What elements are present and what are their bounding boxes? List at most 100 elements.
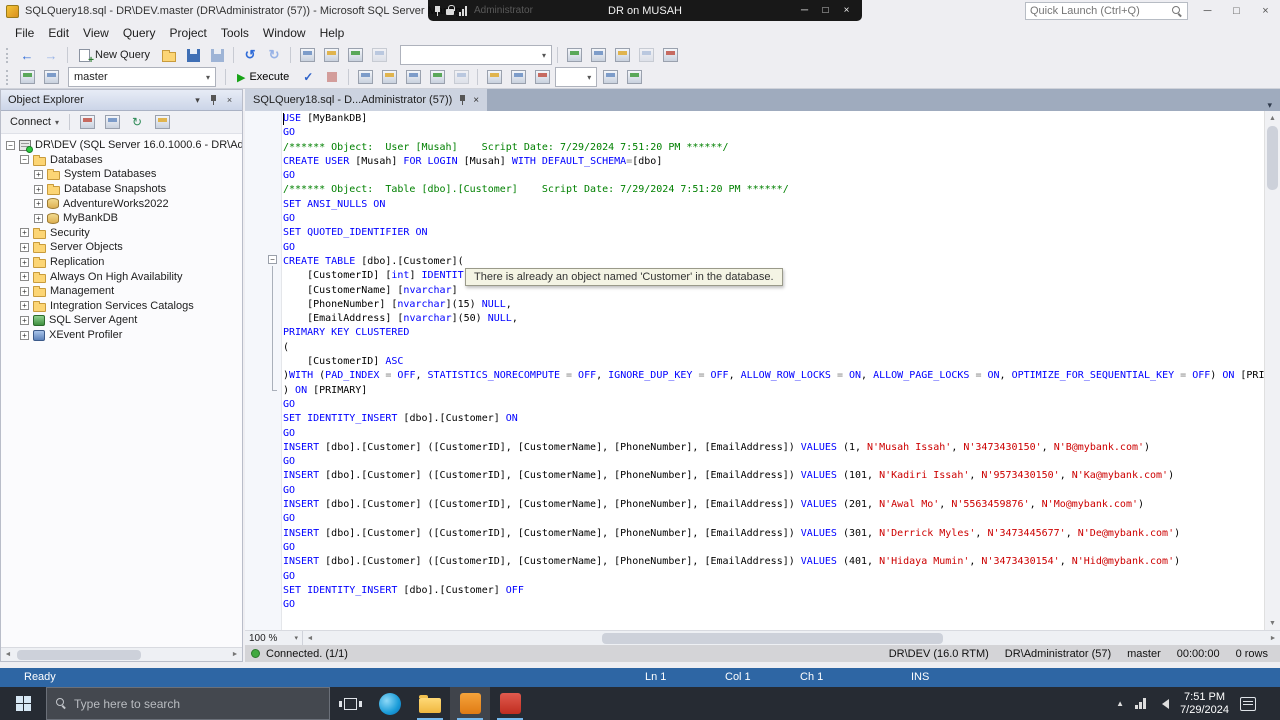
expand-icon[interactable]: + (20, 315, 29, 325)
expand-icon[interactable]: + (20, 330, 29, 340)
toolbar-small-combo[interactable]: ▾ (555, 67, 598, 87)
tree-item-management[interactable]: + Management (1, 284, 242, 299)
new-query-button[interactable]: New Query (73, 47, 156, 66)
taskbar-app-red[interactable] (490, 687, 530, 720)
expand-icon[interactable]: + (20, 272, 29, 282)
network-icon[interactable] (1135, 698, 1147, 709)
execute-button[interactable]: ▶ Execute (231, 69, 295, 86)
tab-sqlquery18[interactable]: SQLQuery18.sql - D...Administrator (57))… (245, 89, 488, 111)
scroll-left-icon[interactable]: ◄ (1, 648, 15, 662)
expand-icon[interactable]: + (20, 242, 29, 252)
redo-icon[interactable]: ↻ (263, 45, 285, 65)
menu-query[interactable]: Query (116, 23, 163, 43)
generic-toolbar-icon[interactable] (531, 67, 553, 87)
task-view-button[interactable] (330, 687, 370, 720)
scrollbar-thumb[interactable] (1267, 126, 1278, 190)
parse-query-icon[interactable]: ✓ (297, 67, 319, 87)
change-connection-icon[interactable] (40, 67, 62, 87)
generic-toolbar-icon[interactable] (563, 45, 585, 65)
tree-item-databases[interactable]: − Databases (1, 153, 242, 168)
expand-icon[interactable]: + (34, 199, 43, 209)
chevron-down-icon[interactable]: ▾ (190, 95, 205, 106)
editor-vscrollbar[interactable]: ▲ ▼ (1264, 111, 1280, 630)
scroll-up-icon[interactable]: ▲ (1266, 111, 1280, 125)
generic-toolbar-icon[interactable] (507, 67, 529, 87)
tree-item-system-databases[interactable]: + System Databases (1, 167, 242, 182)
expand-icon[interactable]: + (34, 184, 43, 194)
generic-toolbar-icon[interactable] (611, 45, 633, 65)
open-file-icon[interactable] (158, 45, 180, 65)
expand-icon[interactable]: + (20, 286, 29, 296)
menu-window[interactable]: Window (256, 23, 313, 43)
menu-view[interactable]: View (76, 23, 116, 43)
hscroll-right-icon[interactable]: ► (1266, 631, 1280, 645)
tree-item-security[interactable]: + Security (1, 226, 242, 241)
refresh-icon[interactable]: ↻ (126, 112, 148, 132)
tab-list-chevron-icon[interactable]: ▾ (1259, 100, 1280, 111)
expand-icon[interactable]: + (20, 301, 29, 311)
scrollbar-thumb[interactable] (601, 633, 944, 644)
menu-project[interactable]: Project (163, 23, 214, 43)
tree-item-mybankdb[interactable]: + MyBankDB (1, 211, 242, 226)
tree-item-integration-services-catalogs[interactable]: + Integration Services Catalogs (1, 299, 242, 314)
tree-item-dr-dev-sql-server-16-0-1000-6-dr-adminis[interactable]: − DR\DEV (SQL Server 16.0.1000.6 - DR\Adm… (1, 138, 242, 153)
minimize-button[interactable]: ─ (1193, 0, 1222, 22)
collapse-region-icon[interactable]: − (268, 255, 277, 264)
tree-item-replication[interactable]: + Replication (1, 255, 242, 270)
taskbar-search-input[interactable] (74, 696, 320, 711)
menu-help[interactable]: Help (313, 23, 352, 43)
scrollbar-thumb[interactable] (17, 650, 141, 660)
hscroll-left-icon[interactable]: ◄ (303, 631, 317, 645)
tree-item-xevent-profiler[interactable]: + XEvent Profiler (1, 328, 242, 343)
filter-icon[interactable] (151, 112, 173, 132)
connect-database-icon[interactable] (16, 67, 38, 87)
action-center-icon[interactable] (1240, 696, 1256, 711)
taskbar-search[interactable] (46, 687, 330, 720)
generic-toolbar-icon[interactable] (635, 45, 657, 65)
pin-icon[interactable] (209, 94, 218, 106)
collapse-icon[interactable]: − (6, 140, 15, 150)
expand-icon[interactable]: + (34, 169, 43, 179)
taskbar-app-file-explorer[interactable] (410, 687, 450, 720)
generic-toolbar-icon[interactable] (587, 45, 609, 65)
close-icon[interactable]: × (222, 95, 237, 105)
database-dropdown[interactable]: master ▾ (68, 67, 216, 87)
generic-toolbar-icon[interactable] (623, 67, 645, 87)
quick-launch[interactable] (1025, 2, 1188, 20)
quick-launch-input[interactable] (1030, 5, 1172, 17)
save-all-icon[interactable] (206, 45, 228, 65)
rdp-restore-button[interactable]: □ (815, 5, 836, 16)
rdp-close-button[interactable]: × (836, 5, 857, 16)
close-tab-icon[interactable]: × (473, 95, 479, 106)
generic-toolbar-icon[interactable] (320, 45, 342, 65)
tree-item-sql-server-agent[interactable]: + SQL Server Agent (1, 313, 242, 328)
save-icon[interactable] (182, 45, 204, 65)
nav-forward-icon[interactable]: → (40, 45, 62, 65)
close-button[interactable]: × (1251, 0, 1280, 22)
taskbar-clock[interactable]: 7:51 PM 7/29/2024 (1180, 691, 1229, 717)
generic-toolbar-icon[interactable] (426, 67, 448, 87)
generic-toolbar-icon[interactable] (450, 67, 472, 87)
maximize-button[interactable]: □ (1222, 0, 1251, 22)
undo-icon[interactable]: ↺ (239, 45, 261, 65)
generic-toolbar-icon[interactable] (659, 45, 681, 65)
stop-icon[interactable] (101, 112, 123, 132)
editor-hscrollbar[interactable] (317, 631, 1266, 645)
cancel-query-icon[interactable] (321, 67, 343, 87)
tray-chevron-up-icon[interactable]: ▲ (1116, 699, 1124, 708)
object-explorer-hscrollbar[interactable]: ◄ ► (1, 647, 242, 661)
generic-toolbar-icon[interactable] (368, 45, 390, 65)
generic-toolbar-icon[interactable] (344, 45, 366, 65)
taskbar-app-ssms[interactable] (450, 687, 490, 720)
pin-icon[interactable] (433, 5, 442, 17)
generic-toolbar-icon[interactable] (483, 67, 505, 87)
tree-item-server-objects[interactable]: + Server Objects (1, 240, 242, 255)
taskbar-app-browser[interactable] (370, 687, 410, 720)
volume-icon[interactable] (1157, 698, 1170, 709)
nav-back-icon[interactable]: ← (16, 45, 38, 65)
code-editor[interactable]: − USE [MyBankDB] GO /****** Object: User [… (245, 111, 1280, 630)
generic-toolbar-icon[interactable] (599, 67, 621, 87)
connect-dropdown[interactable]: Connect ▾ (6, 114, 63, 130)
pin-icon[interactable] (458, 94, 467, 106)
menu-file[interactable]: File (8, 23, 41, 43)
